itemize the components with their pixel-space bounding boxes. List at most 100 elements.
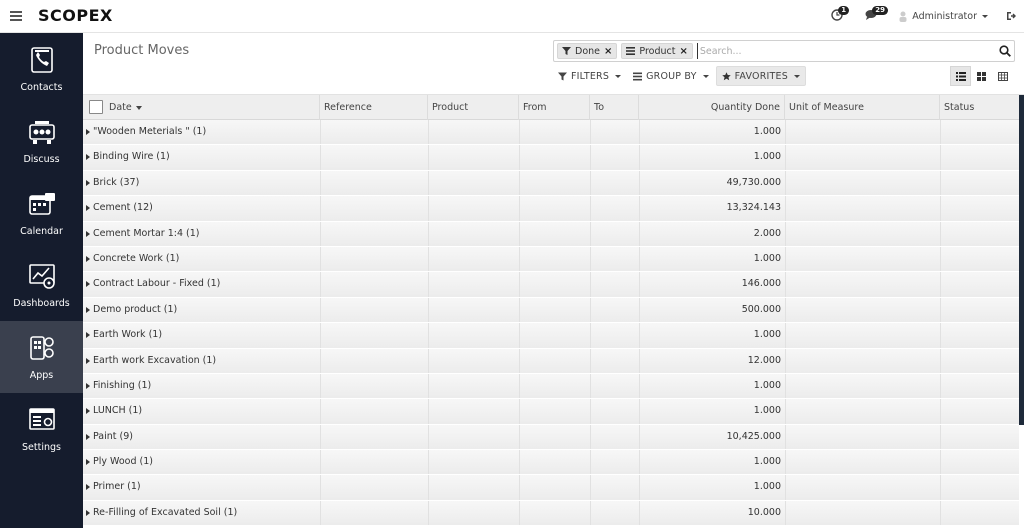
group-by-icon bbox=[626, 47, 636, 55]
sidebar-item-discuss[interactable]: Discuss bbox=[0, 105, 83, 177]
sidebar-item-settings[interactable]: Settings bbox=[0, 393, 83, 465]
group-row[interactable]: Paint (9) 10,425.000 bbox=[83, 424, 1019, 451]
group-row[interactable]: LUNCH (1) 1.000 bbox=[83, 399, 1019, 425]
column-unit-of-measure[interactable]: Unit of Measure bbox=[785, 95, 940, 120]
column-to[interactable]: To bbox=[590, 95, 639, 120]
column-divider bbox=[428, 297, 429, 323]
pivot-view-button[interactable] bbox=[992, 66, 1013, 86]
column-label: Product bbox=[432, 102, 469, 113]
column-from[interactable]: From bbox=[519, 95, 590, 120]
group-row[interactable]: Earth Work (1) 1.000 bbox=[83, 323, 1019, 349]
column-divider bbox=[590, 170, 591, 196]
caret-right-icon bbox=[86, 179, 90, 186]
facet-product[interactable]: Product × bbox=[621, 43, 693, 59]
user-name: Administrator bbox=[912, 10, 977, 22]
view-switcher bbox=[950, 66, 1013, 86]
scrollbar-thumb[interactable] bbox=[1019, 95, 1024, 425]
column-divider bbox=[785, 120, 786, 145]
group-row[interactable]: Re-Filling of Excavated Soil (1) 10.000 bbox=[83, 500, 1019, 527]
list-view-button[interactable] bbox=[950, 66, 971, 86]
column-divider bbox=[590, 475, 591, 500]
group-row[interactable]: Primer (1) 1.000 bbox=[83, 475, 1019, 501]
favorites-button[interactable]: FAVORITES bbox=[715, 66, 806, 86]
column-divider bbox=[590, 323, 591, 348]
group-row[interactable]: Ply Wood (1) 1.000 bbox=[83, 450, 1019, 476]
column-divider bbox=[519, 170, 520, 196]
column-product[interactable]: Product bbox=[428, 95, 519, 120]
column-divider bbox=[590, 297, 591, 323]
group-row[interactable]: Contract Labour - Fixed (1) 146.000 bbox=[83, 272, 1019, 298]
group-row[interactable]: Earth work Excavation (1) 12.000 bbox=[83, 348, 1019, 374]
user-menu[interactable]: Administrator bbox=[899, 11, 988, 22]
group-row[interactable]: Finishing (1) 1.000 bbox=[83, 373, 1019, 400]
column-divider bbox=[320, 399, 321, 424]
group-quantity-total: 10,425.000 bbox=[726, 430, 781, 442]
group-row[interactable]: "Wooden Meterials " (1) 1.000 bbox=[83, 120, 1019, 146]
caret-right-icon bbox=[86, 230, 90, 237]
column-divider bbox=[428, 399, 429, 424]
kanban-view-button[interactable] bbox=[971, 66, 992, 86]
column-divider bbox=[785, 297, 786, 323]
group-name: Cement Mortar 1:4 (1) bbox=[93, 227, 200, 239]
group-quantity-total: 1.000 bbox=[753, 456, 781, 468]
select-all-checkbox[interactable] bbox=[89, 100, 103, 114]
group-by-label: GROUP BY bbox=[646, 70, 697, 82]
top-bar: SCOPEX 1 29 Administrator bbox=[0, 0, 1024, 33]
column-divider bbox=[519, 450, 520, 475]
column-divider bbox=[940, 500, 941, 526]
vertical-scrollbar[interactable] bbox=[1019, 95, 1024, 528]
group-name: Paint (9) bbox=[93, 430, 133, 442]
caret-right-icon bbox=[86, 408, 90, 415]
group-row[interactable]: Cement (12) 13,324.143 bbox=[83, 196, 1019, 222]
messages-button[interactable]: 29 bbox=[865, 6, 888, 23]
search-icon[interactable] bbox=[999, 45, 1011, 57]
discuss-icon bbox=[28, 121, 55, 144]
group-quantity-total: 500.000 bbox=[741, 303, 781, 315]
filters-label: FILTERS bbox=[571, 70, 610, 82]
column-divider bbox=[940, 399, 941, 424]
pivot-table-icon bbox=[997, 71, 1008, 81]
column-divider bbox=[940, 424, 941, 450]
sidebar-item-calendar[interactable]: Calendar bbox=[0, 177, 83, 249]
group-row[interactable]: Cement Mortar 1:4 (1) 2.000 bbox=[83, 221, 1019, 247]
column-divider bbox=[785, 221, 786, 246]
activity-button[interactable]: 1 bbox=[831, 6, 850, 23]
column-divider bbox=[940, 145, 941, 170]
remove-facet-icon[interactable]: × bbox=[679, 46, 687, 57]
search-input[interactable] bbox=[696, 43, 997, 59]
sidebar-item-contacts[interactable]: Contacts bbox=[0, 33, 83, 105]
column-quantity-done[interactable]: Quantity Done bbox=[639, 95, 785, 120]
sidebar-item-apps[interactable]: Apps bbox=[0, 321, 83, 393]
app-logo[interactable]: SCOPEX bbox=[38, 6, 113, 25]
group-row[interactable]: Demo product (1) 500.000 bbox=[83, 297, 1019, 324]
group-quantity-total: 12.000 bbox=[747, 354, 781, 366]
group-row[interactable]: Concrete Work (1) 1.000 bbox=[83, 246, 1019, 273]
column-status[interactable]: Status bbox=[940, 95, 1019, 120]
group-by-button[interactable]: GROUP BY bbox=[628, 66, 714, 86]
group-row[interactable]: Brick (37) 49,730.000 bbox=[83, 170, 1019, 197]
search-bar[interactable]: Done × Product × bbox=[553, 40, 1015, 62]
group-quantity-total: 10.000 bbox=[747, 506, 781, 518]
column-divider bbox=[428, 120, 429, 145]
menu-toggle-icon[interactable] bbox=[10, 11, 22, 21]
chevron-down-icon bbox=[793, 74, 800, 78]
calendar-icon bbox=[28, 193, 55, 215]
column-reference[interactable]: Reference bbox=[320, 95, 428, 120]
column-date[interactable]: Date bbox=[83, 95, 320, 120]
column-divider bbox=[320, 373, 321, 399]
column-divider bbox=[940, 272, 941, 297]
group-row[interactable]: Binding Wire (1) 1.000 bbox=[83, 145, 1019, 171]
group-quantity-total: 1.000 bbox=[753, 126, 781, 137]
logout-icon[interactable] bbox=[1006, 11, 1016, 21]
group-name: Finishing (1) bbox=[93, 379, 152, 391]
column-divider bbox=[519, 145, 520, 170]
sidebar-item-label: Dashboards bbox=[13, 298, 70, 309]
filters-button[interactable]: FILTERS bbox=[553, 66, 626, 86]
chevron-down-icon bbox=[615, 74, 622, 78]
facet-done[interactable]: Done × bbox=[557, 43, 618, 59]
sidebar-item-dashboards[interactable]: Dashboards bbox=[0, 249, 83, 321]
group-quantity-total: 146.000 bbox=[741, 278, 781, 290]
remove-facet-icon[interactable]: × bbox=[604, 46, 612, 57]
column-divider bbox=[320, 475, 321, 500]
column-label: Date bbox=[109, 102, 132, 113]
